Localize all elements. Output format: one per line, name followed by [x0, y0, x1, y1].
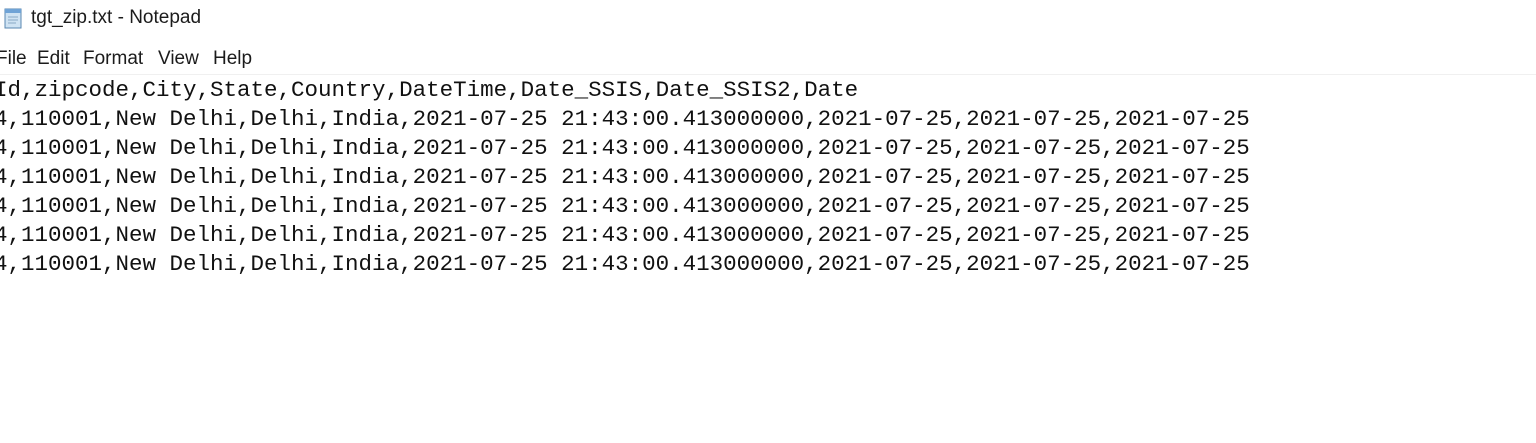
menu-view[interactable]: View — [158, 48, 199, 70]
text-line: 4,110001,New Delhi,Delhi,India,2021-07-2… — [0, 106, 1250, 132]
notepad-icon — [4, 8, 22, 29]
text-line-header: Id,zipcode,City,State,Country,DateTime,D… — [0, 77, 859, 103]
text-line: 4,110001,New Delhi,Delhi,India,2021-07-2… — [0, 135, 1250, 161]
text-line: 4,110001,New Delhi,Delhi,India,2021-07-2… — [0, 222, 1250, 248]
text-line: 4,110001,New Delhi,Delhi,India,2021-07-2… — [0, 251, 1250, 277]
menu-help[interactable]: Help — [213, 48, 252, 70]
title-bar[interactable]: tgt_zip.txt - Notepad — [0, 0, 1536, 38]
window-title: tgt_zip.txt - Notepad — [31, 7, 202, 28]
notepad-window: tgt_zip.txt - Notepad File Edit Format V… — [0, 0, 1536, 443]
text-line: 4,110001,New Delhi,Delhi,India,2021-07-2… — [0, 193, 1250, 219]
menu-edit[interactable]: Edit — [37, 48, 70, 70]
text-line: 4,110001,New Delhi,Delhi,India,2021-07-2… — [0, 164, 1250, 190]
menu-bar: File Edit Format View Help — [0, 44, 1536, 74]
menu-format[interactable]: Format — [83, 48, 143, 70]
text-editor[interactable]: Id,zipcode,City,State,Country,DateTime,D… — [0, 76, 1536, 443]
menu-file[interactable]: File — [0, 48, 27, 70]
menu-divider — [0, 74, 1536, 75]
